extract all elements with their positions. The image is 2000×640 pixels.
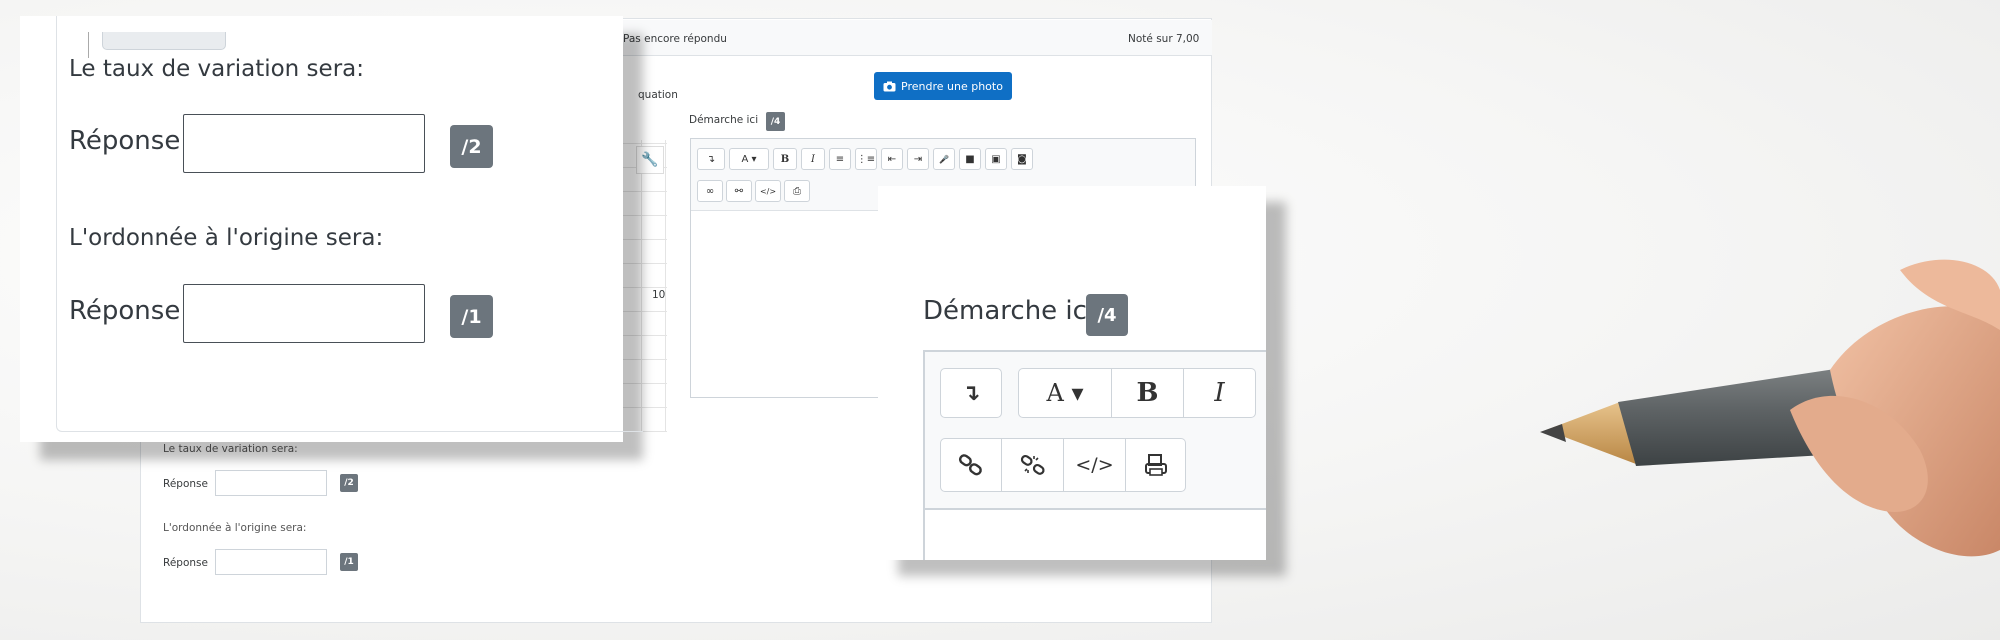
image-icon[interactable]: ▣ <box>985 148 1007 170</box>
steps-points-badge-small: /4 <box>766 112 785 131</box>
take-photo-label: Prendre une photo <box>901 79 1003 93</box>
indent-icon[interactable]: ↴ <box>940 368 1002 418</box>
code-icon[interactable]: </> <box>1064 438 1126 492</box>
zoom-tab-handle <box>102 32 226 50</box>
format-button-group: A ▾ B I <box>1018 368 1256 418</box>
zoom-panel-answers: Le taux de variation sera: Réponse /2 L'… <box>20 16 643 442</box>
unordered-list-icon[interactable]: ≡ <box>829 148 851 170</box>
intercept-label: L'ordonnée à l'origine sera: <box>69 225 384 251</box>
print-icon[interactable]: ⎙ <box>784 180 810 202</box>
link-icon[interactable] <box>940 438 1002 492</box>
slope-points-badge: /2 <box>450 125 493 168</box>
microphone-icon[interactable]: 🎤 <box>933 148 955 170</box>
editor-toolbar-row1-small: ↴ A ▾ B I ≡ ⋮≡ ⇤ ⇥ 🎤 ■ ▣ ◙ <box>697 148 1033 170</box>
camera-icon <box>883 81 896 91</box>
print-icon[interactable] <box>1126 438 1186 492</box>
font-color-icon[interactable]: A ▾ <box>729 148 769 170</box>
code-icon[interactable]: </> <box>755 180 781 202</box>
link-chain-svg <box>958 454 982 476</box>
hand-holding-pencil <box>1540 259 2000 557</box>
slope-label-small: Le taux de variation sera: <box>163 443 298 455</box>
italic-icon[interactable]: I <box>801 148 825 170</box>
graph-axis-tick: 10 <box>652 289 666 301</box>
slope-label: Le taux de variation sera: <box>69 56 364 82</box>
indent-more-icon[interactable]: ⇥ <box>907 148 929 170</box>
slope-response-label-small: Réponse <box>163 478 208 490</box>
intercept-response-label: Réponse <box>69 296 181 326</box>
question-grade: Noté sur 7,00 <box>1128 33 1200 45</box>
pencil-lead <box>1540 424 1566 442</box>
bold-icon[interactable]: B <box>1112 368 1184 418</box>
question-text-fragment: quation <box>638 89 678 101</box>
indent-icon[interactable]: ↴ <box>697 148 725 170</box>
unlink-icon[interactable] <box>1002 438 1064 492</box>
zoom-panel-steps: Démarche ici /4 ↴ A ▾ B I </> <box>878 186 1266 560</box>
steps-label: Démarche ici <box>923 296 1095 326</box>
intercept-response-label-small: Réponse <box>163 557 208 569</box>
slope-response-label: Réponse <box>69 126 181 156</box>
steps-label-small: Démarche ici <box>689 114 759 126</box>
slope-input[interactable] <box>183 114 425 173</box>
italic-icon[interactable]: I <box>1184 368 1256 418</box>
intercept-points-badge: /1 <box>450 295 493 338</box>
font-color-icon[interactable]: A ▾ <box>1018 368 1112 418</box>
bold-icon[interactable]: B <box>773 148 797 170</box>
steps-points-badge: /4 <box>1086 294 1128 336</box>
slope-points-badge-small: /2 <box>340 474 358 492</box>
intercept-input-small[interactable] <box>215 549 327 575</box>
video-icon[interactable]: ■ <box>959 148 981 170</box>
intercept-label-small: L'ordonnée à l'origine sera: <box>163 522 307 534</box>
slope-input-small[interactable] <box>215 470 327 496</box>
take-photo-button[interactable]: Prendre une photo <box>874 72 1012 100</box>
unlink-icon[interactable]: ⚯ <box>726 180 752 202</box>
screenshot-icon[interactable]: ◙ <box>1011 148 1033 170</box>
intercept-points-badge-small: /1 <box>340 553 358 571</box>
intercept-input[interactable] <box>183 284 425 343</box>
link-button-group: </> <box>940 438 1186 492</box>
print-svg <box>1144 454 1167 476</box>
unlink-chain-svg <box>1020 454 1045 475</box>
link-icon[interactable]: ∞ <box>697 180 723 202</box>
outdent-icon[interactable]: ⇤ <box>881 148 903 170</box>
ordered-list-icon[interactable]: ⋮≡ <box>855 148 877 170</box>
editor-toolbar-row2-small: ∞ ⚯ </> ⎙ <box>697 180 810 202</box>
